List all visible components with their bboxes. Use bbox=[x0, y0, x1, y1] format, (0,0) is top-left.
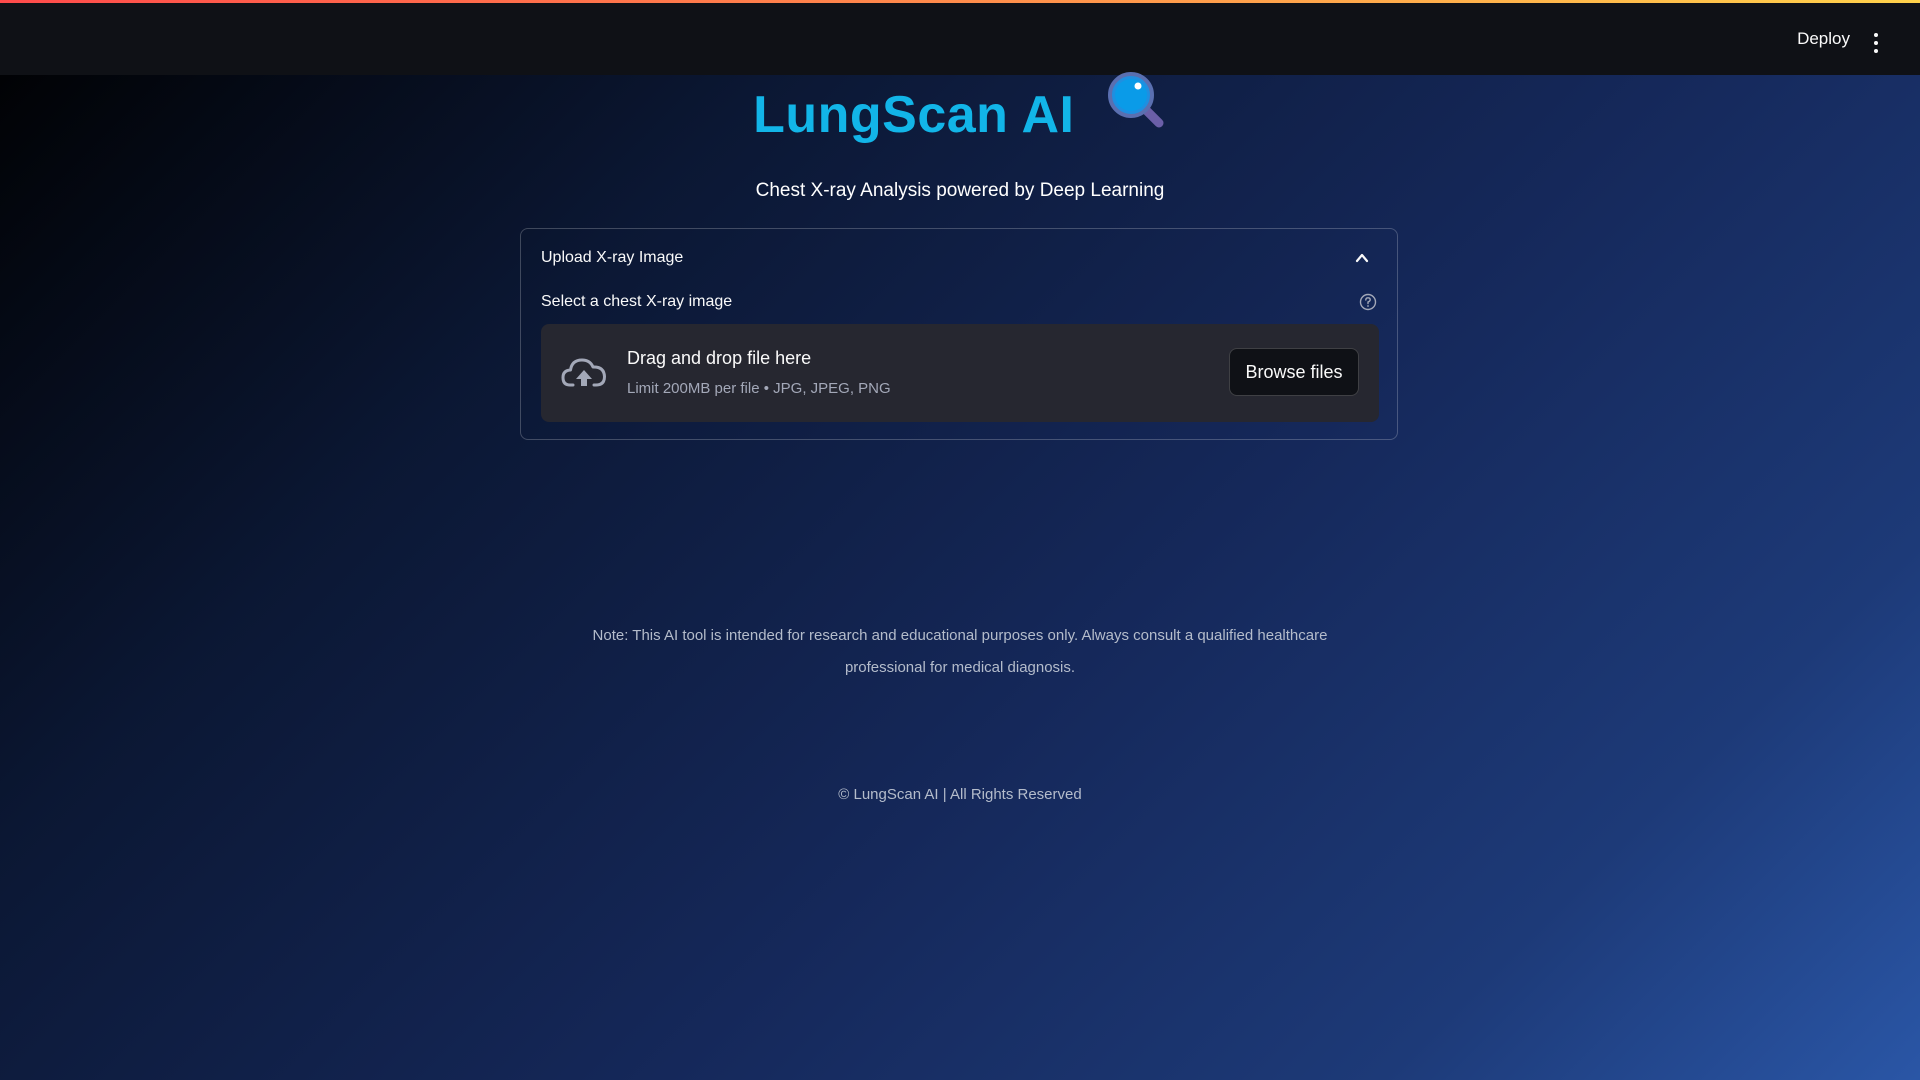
file-dropzone[interactable]: Drag and drop file here Limit 200MB per … bbox=[541, 324, 1379, 422]
cloud-upload-icon bbox=[561, 358, 606, 387]
page-subtitle: Chest X-ray Analysis powered by Deep Lea… bbox=[755, 180, 1165, 201]
magnifying-glass-icon bbox=[1107, 72, 1164, 128]
expander-label[interactable]: Upload X-ray Image bbox=[541, 249, 683, 267]
chevron-up-icon[interactable] bbox=[1355, 251, 1369, 265]
footer-copyright: © LungScan AI | All Rights Reserved bbox=[838, 786, 1082, 803]
disclaimer-note: Note: This AI tool is intended for resea… bbox=[592, 627, 1328, 676]
top-toolbar: Deploy bbox=[0, 3, 1920, 75]
title-row: LungScan AI bbox=[0, 72, 1920, 145]
dropzone-limits: Limit 200MB per file • JPG, JPEG, PNG bbox=[627, 380, 891, 397]
page-title: LungScan AI bbox=[753, 86, 1075, 144]
file-uploader-label: Select a chest X-ray image bbox=[541, 293, 733, 310]
vertical-ellipsis-icon[interactable] bbox=[1874, 33, 1880, 53]
browse-files-button[interactable]: Browse files bbox=[1229, 348, 1359, 396]
help-circle-icon[interactable] bbox=[1359, 293, 1377, 311]
dropzone-title: Drag and drop file here bbox=[627, 348, 812, 368]
upload-expander: Upload X-ray Image Select a chest X-ray … bbox=[520, 228, 1398, 440]
deploy-button[interactable]: Deploy bbox=[1797, 27, 1850, 51]
